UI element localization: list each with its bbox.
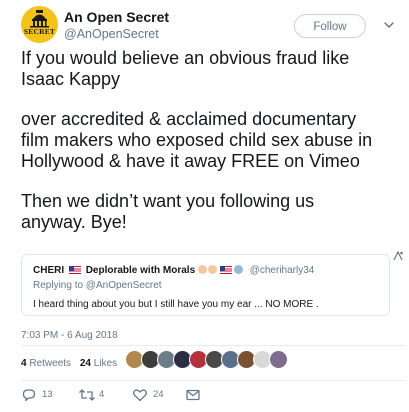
tweet-line: Hollywood & have it away FREE on Vimeo [21, 151, 360, 171]
quoted-reply-card[interactable]: CHERI Deplorable with Morals @cheriharly… [21, 254, 390, 316]
heart-icon [133, 389, 147, 402]
media-tag-icon[interactable] [392, 250, 404, 262]
tweet-line: anyway. Bye! [21, 212, 127, 232]
account-handle[interactable]: @AnOpenSecret [64, 27, 159, 41]
reply-icon [22, 389, 36, 402]
avatar-text: SECRET [23, 27, 56, 36]
tweet-line: over accredited & acclaimed documentary [21, 109, 357, 129]
like-count: 24 [153, 389, 164, 400]
tweet-line: Isaac Kappy [21, 69, 121, 89]
liker-avatar[interactable] [269, 350, 288, 369]
tweet-line: If you would believe an obvious fraud li… [21, 48, 350, 68]
retweets-stat[interactable]: 4 Retweets [21, 358, 71, 369]
likes-label: Likes [93, 358, 118, 369]
direct-message-action[interactable] [185, 387, 201, 403]
retweets-label: Retweets [29, 358, 72, 369]
chevron-down-icon[interactable] [382, 18, 396, 32]
tweet-paragraph: over accredited & acclaimed documentary … [21, 109, 403, 172]
tweet-timestamp[interactable]: 7:03 PM - 6 Aug 2018 [21, 330, 118, 341]
tweet-paragraph: If you would believe an obvious fraud li… [21, 48, 403, 90]
quoted-reply-text: I heard thing about you but I still have… [33, 299, 319, 310]
capitol-building-icon [30, 10, 49, 28]
divider [21, 345, 405, 346]
like-action[interactable]: 24 [132, 387, 172, 403]
tweet-text: If you would believe an obvious fraud li… [21, 48, 403, 252]
tweet-line: film makers who exposed child sex abuse … [21, 130, 373, 150]
quoted-reply-header: CHERI Deplorable with Morals @cheriharly… [33, 265, 314, 276]
us-flag-icon [219, 266, 232, 274]
likes-stat[interactable]: 24 Likes [80, 358, 117, 369]
divider [21, 380, 405, 381]
retweet-icon [79, 389, 95, 401]
engagement-stats: 4 Retweets 24 Likes [21, 358, 117, 369]
retweet-action[interactable]: 4 [78, 387, 118, 403]
follow-button[interactable]: Follow [294, 14, 366, 38]
quoted-author-name[interactable]: CHERI [33, 265, 64, 276]
display-name[interactable]: An Open Secret [64, 9, 169, 25]
retweets-count: 4 [21, 358, 27, 369]
retweet-count: 4 [99, 389, 105, 400]
reply-action[interactable]: 13 [21, 387, 61, 403]
reply-count: 13 [42, 389, 53, 400]
us-flag-icon [68, 266, 81, 274]
praying-hands-icon [233, 265, 243, 274]
flexed-biceps-icon [197, 265, 207, 274]
replying-to-text: Replying to @AnOpenSecret [33, 280, 162, 291]
tweet-card: SECRET An Open Secret @AnOpenSecret Foll… [0, 0, 409, 412]
tweet-paragraph: Then we didn’t want you following us any… [21, 191, 403, 233]
envelope-icon [186, 389, 200, 401]
tweet-line: Then we didn’t want you following us [21, 191, 315, 211]
quoted-author-name-suffix[interactable]: Deplorable with Morals [86, 265, 195, 276]
likes-count: 24 [79, 358, 91, 369]
profile-avatar[interactable]: SECRET [21, 6, 58, 43]
quoted-author-handle[interactable]: @cheriharly34 [250, 265, 315, 276]
flexed-biceps-icon [207, 265, 217, 274]
